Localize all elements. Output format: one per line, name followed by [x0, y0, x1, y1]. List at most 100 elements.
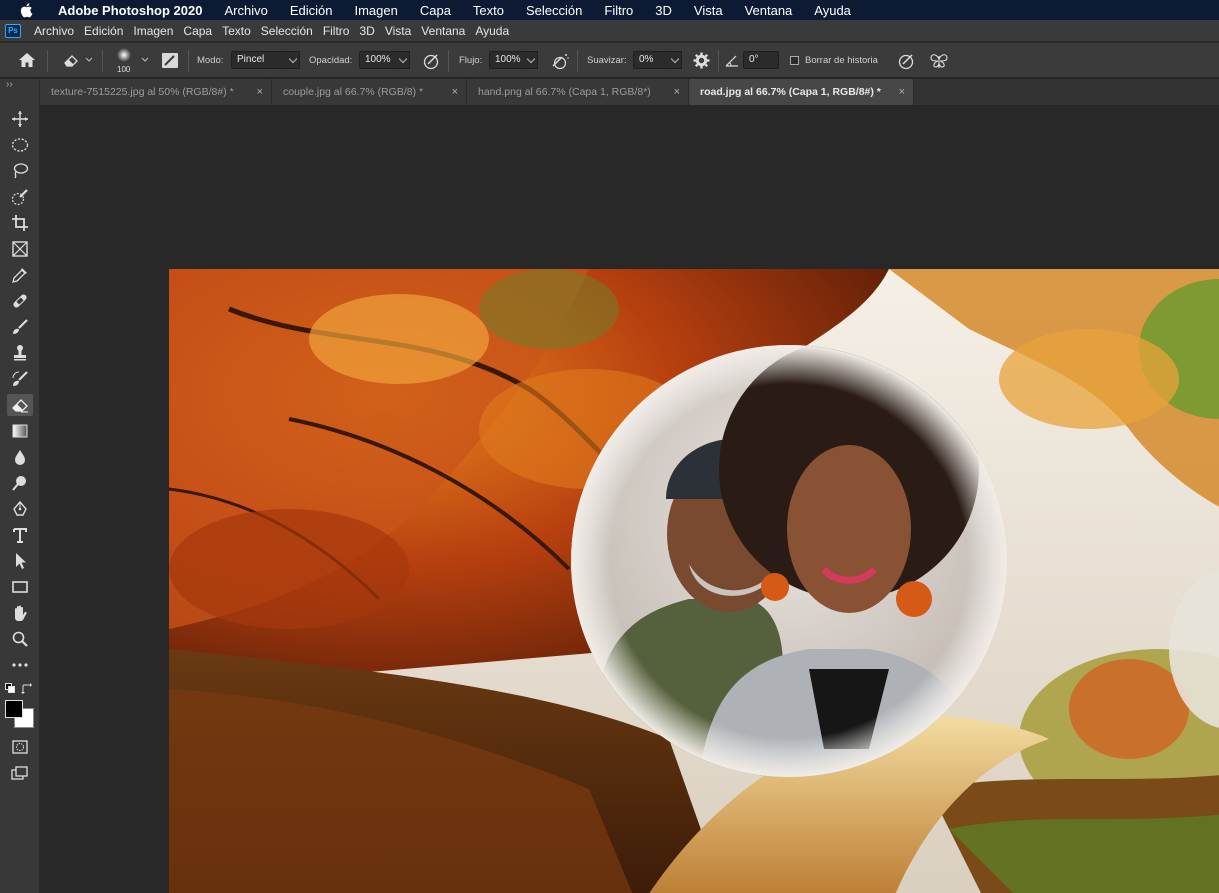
close-icon[interactable]: × — [452, 86, 458, 98]
document-tab-bar: texture-7515225.jpg al 50% (RGB/8#) * × … — [40, 79, 1219, 105]
flow-dropdown-arrow[interactable] — [524, 51, 538, 69]
quick-mask-icon[interactable] — [7, 736, 33, 758]
ps-menu-texto[interactable]: Texto — [222, 24, 251, 38]
brush-size-value: 100 — [117, 65, 131, 74]
tools-panel: ›› — [0, 79, 40, 893]
clone-stamp-tool-icon[interactable] — [7, 342, 33, 364]
mac-menu-imagen[interactable]: Imagen — [354, 3, 397, 18]
tab-road[interactable]: road.jpg al 66.7% (Capa 1, RGB/8#) * × — [689, 79, 914, 105]
more-tools-icon[interactable] — [7, 654, 33, 676]
gradient-tool-icon[interactable] — [7, 420, 33, 442]
zoom-tool-icon[interactable] — [7, 628, 33, 650]
flow-field[interactable]: 100% — [489, 51, 525, 69]
ps-menu-edicion[interactable]: Edición — [84, 24, 123, 38]
tab-texture[interactable]: texture-7515225.jpg al 50% (RGB/8#) * × — [40, 79, 272, 105]
gear-icon[interactable] — [693, 52, 710, 69]
opacity-field[interactable]: 100% — [359, 51, 397, 69]
divider — [448, 50, 449, 72]
mac-menu-archivo[interactable]: Archivo — [224, 3, 267, 18]
mac-menu-seleccion[interactable]: Selección — [526, 3, 582, 18]
document-canvas[interactable] — [169, 269, 1219, 893]
ps-menu-archivo[interactable]: Archivo — [34, 24, 74, 38]
home-icon[interactable] — [18, 52, 36, 68]
tab-label: road.jpg al 66.7% (Capa 1, RGB/8#) * — [700, 86, 881, 98]
brush-settings-panel-icon[interactable] — [161, 52, 179, 69]
type-tool-icon[interactable] — [7, 524, 33, 546]
pen-tool-icon[interactable] — [7, 498, 33, 520]
crop-tool-icon[interactable] — [7, 212, 33, 234]
brush-preview-icon[interactable] — [116, 47, 132, 63]
mac-menu-texto[interactable]: Texto — [473, 3, 504, 18]
path-selection-tool-icon[interactable] — [7, 550, 33, 572]
lasso-tool-icon[interactable] — [7, 160, 33, 182]
mac-menu-ayuda[interactable]: Ayuda — [814, 3, 851, 18]
mac-menu-3d[interactable]: 3D — [655, 3, 672, 18]
close-icon[interactable]: × — [674, 86, 680, 98]
default-colors-icon[interactable] — [5, 683, 15, 693]
dodge-tool-icon[interactable] — [7, 472, 33, 494]
airbrush-icon[interactable] — [550, 52, 570, 70]
erase-history-label[interactable]: Borrar de historia — [805, 55, 878, 66]
mac-menu-capa[interactable]: Capa — [420, 3, 451, 18]
ps-menu-3d[interactable]: 3D — [359, 24, 374, 38]
flow-label: Flujo: — [459, 55, 483, 66]
eyedropper-tool-icon[interactable] — [7, 264, 33, 286]
mac-menu-ventana[interactable]: Ventana — [745, 3, 793, 18]
eraser-preset-icon[interactable] — [62, 53, 80, 67]
tab-label: hand.png al 66.7% (Capa 1, RGB/8*) — [478, 86, 651, 98]
healing-brush-tool-icon[interactable] — [7, 290, 33, 312]
foreground-color-swatch[interactable] — [5, 700, 23, 718]
ps-menu-ayuda[interactable]: Ayuda — [475, 24, 509, 38]
divider — [47, 50, 48, 72]
swap-colors-icon[interactable] — [21, 683, 32, 694]
tab-hand[interactable]: hand.png al 66.7% (Capa 1, RGB/8*) × — [467, 79, 689, 105]
ps-menu-filtro[interactable]: Filtro — [323, 24, 350, 38]
mac-menu-filtro[interactable]: Filtro — [604, 3, 633, 18]
smoothing-field[interactable]: 0% — [633, 51, 669, 69]
mac-menu-edicion[interactable]: Edición — [290, 3, 333, 18]
macos-menu-bar: Adobe Photoshop 2020 Archivo Edición Ima… — [0, 0, 1219, 20]
blur-tool-icon[interactable] — [7, 446, 33, 468]
rectangle-tool-icon[interactable] — [7, 576, 33, 598]
hand-tool-icon[interactable] — [7, 602, 33, 624]
frame-tool-icon[interactable] — [7, 238, 33, 260]
app-name[interactable]: Adobe Photoshop 2020 — [58, 3, 202, 18]
ellipse-marquee-tool-icon[interactable] — [7, 134, 33, 156]
smoothing-label: Suavizar: — [587, 55, 627, 66]
apple-icon[interactable] — [18, 1, 36, 19]
eraser-tool-icon[interactable] — [7, 394, 33, 416]
ps-logo-icon[interactable]: Ps — [5, 23, 21, 38]
erase-history-checkbox[interactable] — [790, 56, 799, 65]
opacity-dropdown-arrow[interactable] — [396, 51, 410, 69]
angle-field[interactable]: 0° — [743, 51, 779, 69]
history-brush-tool-icon[interactable] — [7, 368, 33, 390]
opacity-label: Opacidad: — [309, 55, 353, 66]
mode-dropdown[interactable]: Pincel — [231, 51, 287, 69]
symmetry-butterfly-icon[interactable] — [929, 52, 949, 70]
pressure-size-icon[interactable] — [897, 52, 915, 70]
divider — [577, 50, 578, 72]
ps-menu-vista[interactable]: Vista — [385, 24, 411, 38]
ps-menu-seleccion[interactable]: Selección — [261, 24, 313, 38]
chevron-down-icon[interactable] — [85, 57, 93, 63]
move-tool-icon[interactable] — [7, 108, 33, 130]
mac-menu-vista[interactable]: Vista — [694, 3, 723, 18]
ps-menu-capa[interactable]: Capa — [183, 24, 212, 38]
pressure-opacity-icon[interactable] — [422, 52, 440, 70]
ps-menu-ventana[interactable]: Ventana — [421, 24, 465, 38]
quick-selection-tool-icon[interactable] — [7, 186, 33, 208]
chevron-down-icon[interactable] — [141, 57, 149, 63]
tab-couple[interactable]: couple.jpg al 66.7% (RGB/8) * × — [272, 79, 467, 105]
angle-icon — [725, 55, 738, 67]
canvas-workspace[interactable] — [41, 106, 1219, 893]
tab-label: couple.jpg al 66.7% (RGB/8) * — [283, 86, 424, 98]
ps-menu-imagen[interactable]: Imagen — [133, 24, 173, 38]
smoothing-dropdown-arrow[interactable] — [668, 51, 682, 69]
options-bar: 100 Modo: Pincel Opacidad: 100% Flujo: 1… — [0, 43, 1219, 78]
close-icon[interactable]: × — [899, 86, 905, 98]
mode-dropdown-arrow[interactable] — [286, 51, 300, 69]
close-icon[interactable]: × — [257, 86, 263, 98]
expand-panel-icon[interactable]: ›› — [6, 79, 13, 90]
brush-tool-icon[interactable] — [7, 316, 33, 338]
screen-mode-icon[interactable] — [7, 762, 33, 784]
